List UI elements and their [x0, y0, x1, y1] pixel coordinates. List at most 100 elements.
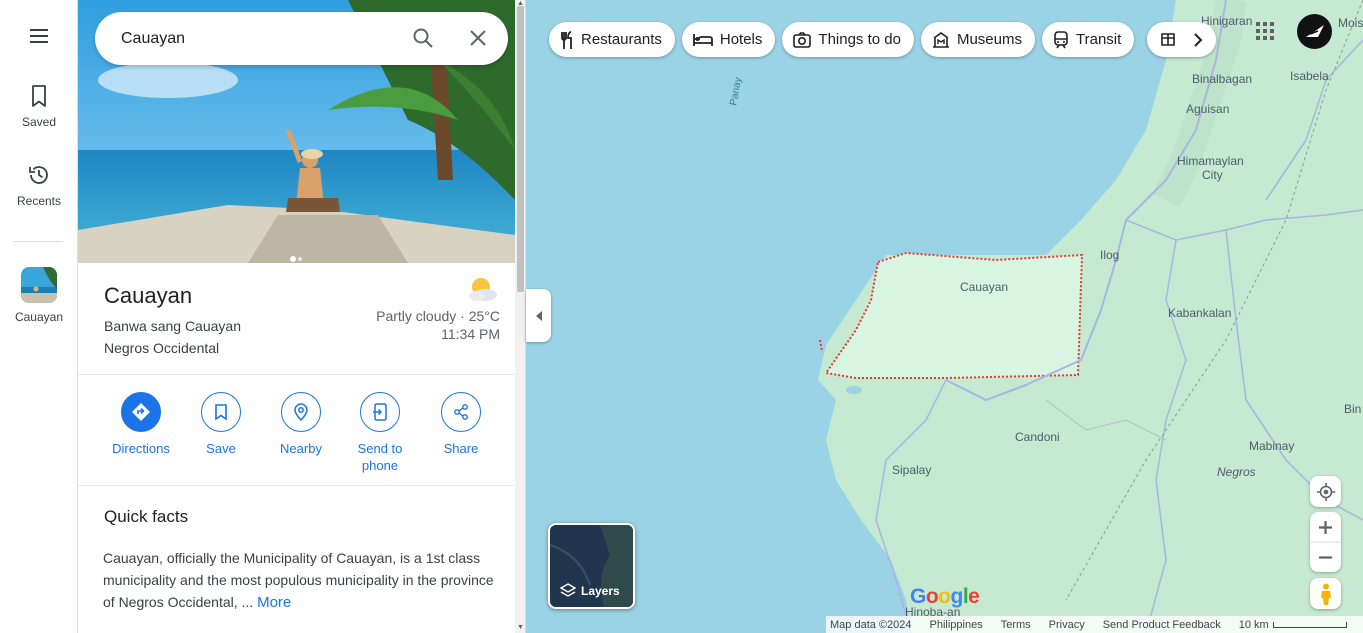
panel-scrollbar[interactable]: ▲ ▼ [515, 0, 525, 633]
recent-place-item[interactable]: Cauayan [0, 267, 78, 324]
save-button[interactable]: Save [181, 392, 261, 457]
send-to-phone-label: Send to phone [357, 441, 403, 473]
send-to-phone-icon [373, 403, 387, 421]
pharmacy-icon [1161, 33, 1175, 46]
nearby-button[interactable]: Nearby [261, 392, 341, 457]
send-to-phone-button[interactable]: Send to phone [340, 392, 420, 474]
layers-label: Layers [581, 584, 620, 598]
avatar-logo-icon [1305, 24, 1324, 37]
directions-label: Directions [112, 441, 170, 456]
minus-icon [1319, 556, 1332, 559]
map-label-mois: Mois [1338, 16, 1363, 30]
terms-link[interactable]: Terms [1001, 619, 1031, 631]
place-panel: Cauayan Banwa sang Cauayan Negros Occide… [78, 0, 526, 633]
share-icon [454, 404, 468, 420]
map-label-himamaylan: Himamaylan [1177, 154, 1244, 168]
plus-icon [1319, 520, 1332, 534]
train-icon [1054, 30, 1068, 48]
share-circle [441, 392, 481, 432]
hamburger-menu-icon [30, 29, 48, 43]
scale-label: 10 km [1238, 618, 1269, 631]
map-label-cauayan: Cauayan [960, 280, 1009, 294]
my-location-button[interactable] [1310, 476, 1341, 507]
chips-next-button[interactable] [1181, 23, 1215, 56]
nearby-icon [294, 403, 308, 422]
map-label-bin: Bin [1344, 402, 1362, 416]
feedback-link[interactable]: Send Product Feedback [1103, 619, 1221, 631]
map-data-attribution: Map data ©2024 [830, 618, 912, 631]
close-icon[interactable] [467, 27, 489, 49]
chip-label: Things to do [818, 31, 901, 48]
map-label-ilog: Ilog [1100, 248, 1120, 262]
divider [78, 374, 515, 375]
saved-button[interactable]: Saved [0, 83, 78, 129]
search-input[interactable] [121, 29, 401, 48]
bed-icon [692, 33, 713, 46]
account-avatar[interactable] [1297, 14, 1332, 49]
quick-facts-text: Cauayan, officially the Municipality of … [103, 547, 503, 614]
search-icon[interactable] [411, 26, 435, 50]
bookmark-icon [32, 85, 46, 107]
more-link[interactable]: More [257, 594, 291, 611]
chevron-right-icon [1194, 32, 1203, 47]
chip-label: Museums [956, 31, 1022, 48]
place-province: Negros Occidental [104, 340, 220, 356]
history-icon [29, 166, 48, 184]
country-link[interactable]: Philippines [930, 619, 983, 631]
map-label-mabinay: Mabinay [1249, 439, 1295, 453]
map-label-candoni: Candoni [1015, 430, 1060, 444]
bookmark-icon [215, 404, 227, 421]
chip-museums[interactable]: Museums [920, 22, 1035, 57]
weather-text: Partly cloudy · 25°C [376, 308, 500, 324]
map-footer: Map data ©2024 Philippines Terms Privacy… [826, 616, 1363, 633]
layers-label-wrap: Layers [560, 583, 620, 599]
directions-button[interactable]: Directions [101, 392, 181, 457]
chip-label: Transit [1076, 31, 1122, 48]
map-label-sipalay: Sipalay [892, 463, 932, 477]
pegman-icon [1320, 583, 1331, 605]
google-apps-icon[interactable] [1255, 21, 1275, 41]
nearby-circle [281, 392, 321, 432]
map-canvas[interactable]: Hinigaran Binalbagan Isabela Mois Aguisa… [526, 0, 1363, 633]
chip-label: Restaurants [581, 31, 662, 48]
fork-knife-icon [561, 30, 572, 49]
chip-restaurants[interactable]: Restaurants [549, 22, 675, 57]
chip-hotels[interactable]: Hotels [681, 22, 776, 57]
crosshair-icon [1316, 482, 1335, 501]
saved-label: Saved [21, 115, 57, 129]
place-title: Cauayan [104, 283, 193, 308]
local-time: 11:34 PM [441, 326, 500, 342]
map-label-city: City [1202, 168, 1223, 182]
menu-button[interactable] [0, 24, 78, 48]
place-local-name: Banwa sang Cauayan [104, 318, 241, 334]
chip-label: Hotels [719, 31, 763, 48]
send-circle [360, 392, 400, 432]
collapse-panel-button[interactable] [526, 289, 551, 342]
share-button[interactable]: Share [421, 392, 501, 457]
zoom-out-button[interactable] [1310, 542, 1341, 572]
layers-button[interactable]: Layers [548, 523, 635, 609]
caret-left-icon [535, 310, 542, 321]
maps-app: Saved Recents Cauayan Cauayan Cauayan Ba… [0, 0, 1363, 633]
chip-things-to-do[interactable]: Things to do [782, 22, 914, 57]
directions-circle [121, 392, 161, 432]
map-label-binalbagan: Binalbagan [1192, 72, 1253, 86]
rail-divider [13, 241, 63, 242]
scroll-down-icon[interactable]: ▼ [517, 624, 524, 631]
directions-icon [132, 403, 150, 421]
place-thumbnail [21, 267, 57, 303]
divider [78, 485, 515, 486]
quick-facts-title: Quick facts [104, 507, 189, 526]
recent-place-label: Cauayan [14, 310, 64, 324]
privacy-link[interactable]: Privacy [1049, 619, 1085, 631]
recents-button[interactable]: Recents [0, 162, 78, 208]
map-label-isabela: Isabela [1290, 69, 1329, 83]
scrollbar-thumb[interactable] [517, 6, 524, 292]
zoom-in-button[interactable] [1310, 512, 1341, 542]
camera-icon [793, 31, 812, 48]
scale-indicator[interactable]: 10 km [1235, 619, 1347, 631]
street-view-pegman[interactable] [1310, 578, 1341, 609]
chip-transit[interactable]: Transit [1042, 22, 1135, 57]
layers-icon [560, 583, 576, 597]
map-label-kabankalan: Kabankalan [1168, 306, 1232, 320]
